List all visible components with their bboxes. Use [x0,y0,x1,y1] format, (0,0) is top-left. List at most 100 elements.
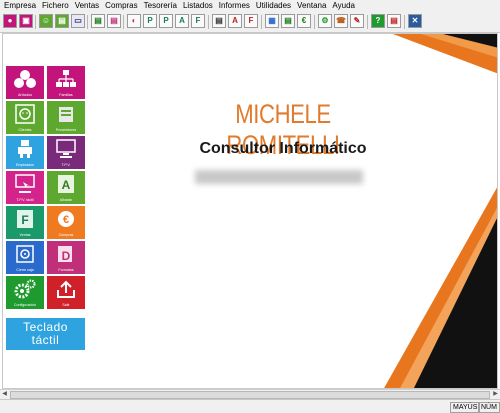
familias-icon [47,69,85,89]
tpv-icon [47,139,85,159]
ventas-icon: F [6,209,44,229]
proveedores-icon[interactable]: ▤ [55,14,69,28]
svg-text:D: D [62,249,71,263]
calculadora-icon[interactable]: ▦ [265,14,279,28]
menu-fichero[interactable]: Fichero [39,0,72,12]
clientes-icon[interactable]: ☺ [39,14,53,28]
main-window: Artículos Familias Clientes Proveedores … [2,33,498,389]
status-num: NÚM [478,402,500,413]
euro-icon[interactable]: ▤ [281,14,295,28]
telefono-icon[interactable]: ☎ [334,14,348,28]
articulos-icon[interactable]: ● [3,14,17,28]
tile-articulos[interactable]: Artículos [6,66,44,99]
toolbar-separator [261,15,262,29]
toolbar: ● ▣ ☺ ▤ ▭ ▤ ▤ ◐ P P A F ▤ A F ▦ ▤ € ⚙ ☎ … [0,12,500,33]
menu-bar: Empresa Fichero Ventas Compras Tesorería… [0,0,500,12]
albaran-compra-icon[interactable]: A [228,14,242,28]
albaran-a-icon[interactable]: F [191,14,205,28]
status-bar: MAYÚS NÚM [0,399,500,413]
svg-text:€: € [63,214,69,226]
menu-listados[interactable]: Listados [180,0,216,12]
tile-formatos[interactable]: D Formatos [47,241,85,274]
tile-tpv[interactable]: T.P.V. [47,136,85,169]
cobros-icon[interactable]: ✎ [350,14,364,28]
calendario-icon[interactable]: ▤ [387,14,401,28]
tile-label: Compras [58,233,74,237]
tile-compras[interactable]: € Compras [47,206,85,239]
tile-label: Formatos [58,268,74,272]
tile-label: Configuración [13,303,37,307]
agenda-icon[interactable]: € [297,14,311,28]
configuracion-icon [6,279,44,299]
tpv-tactil-icon [6,174,44,194]
tile-label: Familias [59,93,73,97]
tile-label: Clientes [18,128,32,132]
articulos-icon [6,69,44,89]
empleados-icon [6,139,44,159]
tile-albaran[interactable]: A Albarán [47,171,85,204]
menu-informes[interactable]: Informes [216,0,253,12]
tile-label: Artículos [18,93,32,97]
horizontal-scrollbar[interactable]: ◀ ▶ [0,389,500,399]
toolbar-separator [87,15,88,29]
redacted-phone [195,170,363,184]
facturas-icon[interactable]: ▤ [107,14,121,28]
menu-tesoreria[interactable]: Tesorería [141,0,180,12]
albaranes-icon[interactable]: ▤ [91,14,105,28]
tile-proveedores[interactable]: Proveedores [47,101,85,134]
tile-label: Ventas [19,233,31,237]
presupuestos-icon[interactable]: P [143,14,157,28]
teclado-label-line2: táctil [31,333,60,347]
svg-text:F: F [21,213,28,227]
scroll-thumb[interactable] [10,391,490,399]
ayuda-icon[interactable]: ? [371,14,385,28]
tile-label: Empleados [16,163,34,167]
tickets-icon[interactable]: A [175,14,189,28]
tile-configuracion[interactable]: Configuración [6,276,44,309]
tile-label: T.P.V. táctil [16,198,34,202]
toolbar-separator [123,15,124,29]
toolbar-separator [314,15,315,29]
tile-clientes[interactable]: Clientes [6,101,44,134]
informes-icon[interactable]: ◐ [127,14,141,28]
tile-empleados[interactable]: Empleados [6,136,44,169]
tile-ventas[interactable]: F Ventas [6,206,44,239]
tools-icon[interactable]: ✕ [408,14,422,28]
toolbar-separator [208,15,209,29]
menu-utilidades[interactable]: Utilidades [253,0,294,12]
tile-label: Salir [62,303,70,307]
svg-text:A: A [62,178,71,192]
tile-label: Albarán [59,198,73,202]
familias-icon[interactable]: ▣ [19,14,33,28]
menu-empresa[interactable]: Empresa [0,0,39,12]
tile-label: Cierre caja [16,268,34,272]
scroll-right-icon[interactable]: ▶ [491,390,500,399]
proveedores-icon [47,104,85,124]
tile-familias[interactable]: Familias [47,66,85,99]
tile-label: T.P.V. [61,163,71,167]
configuracion-icon[interactable]: ⚙ [318,14,332,28]
menu-compras[interactable]: Compras [102,0,140,12]
albaran-icon: A [47,174,85,194]
status-mayus: MAYÚS [450,402,481,413]
tile-cierre-caja[interactable]: Cierre caja [6,241,44,274]
scroll-left-icon[interactable]: ◀ [0,390,9,399]
tile-tpv-tactil[interactable]: T.P.V. táctil [6,171,44,204]
menu-ventana[interactable]: Ventana [294,0,329,12]
cierre-caja-icon [6,244,44,264]
toolbar-separator [404,15,405,29]
formatos-icon: D [47,244,85,264]
factura-f-icon[interactable]: ▤ [212,14,226,28]
menu-ventas[interactable]: Ventas [72,0,102,12]
pedidos-icon[interactable]: P [159,14,173,28]
tpv-icon[interactable]: ▭ [71,14,85,28]
factura-compra-icon[interactable]: F [244,14,258,28]
company-subtitle: Consultor Informático [199,140,367,157]
salir-icon [47,279,85,299]
tile-label: Proveedores [55,128,77,132]
clientes-icon [6,104,44,124]
menu-ayuda[interactable]: Ayuda [329,0,358,12]
tile-salir[interactable]: Salir [47,276,85,309]
teclado-tactil-button[interactable]: Teclado táctil [6,318,85,350]
toolbar-separator [35,15,36,29]
